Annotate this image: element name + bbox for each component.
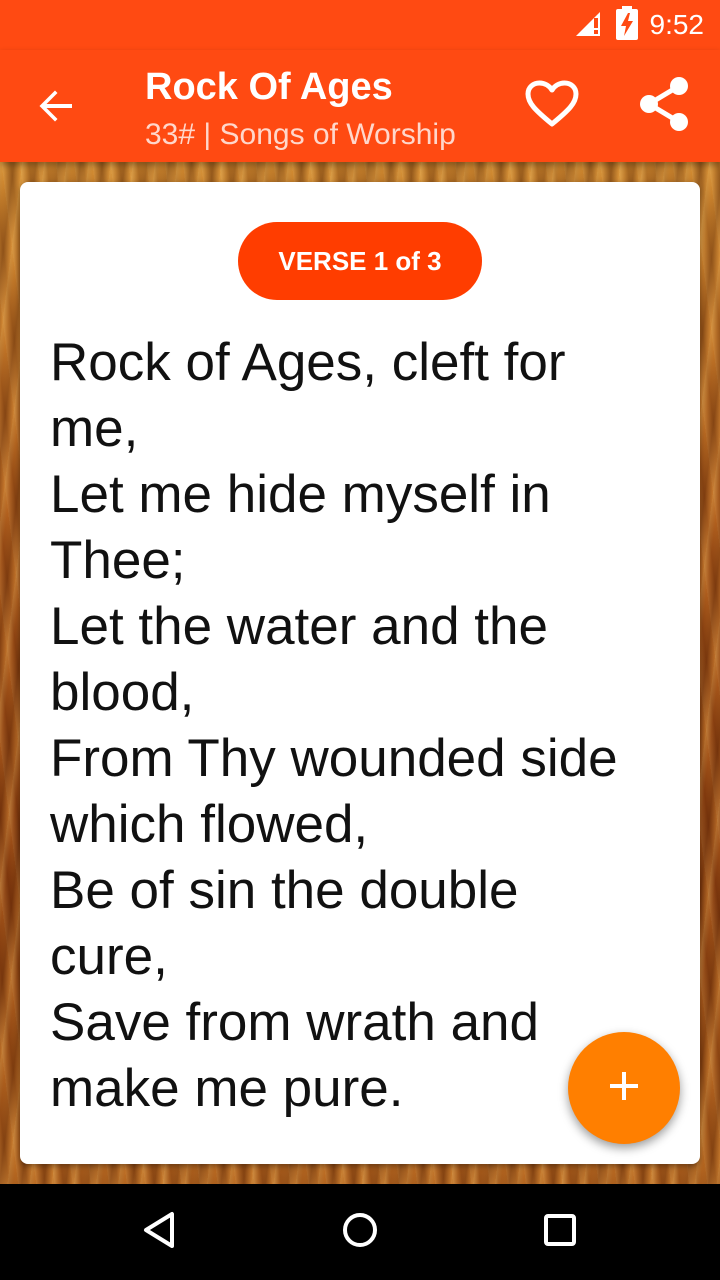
lyric-line: Save from wrath and — [50, 993, 540, 1052]
verse-indicator[interactable]: VERSE 1 of 3 — [238, 222, 482, 300]
status-time: 9:52 — [649, 9, 705, 40]
lyric-line: Be of sin the double — [50, 861, 519, 920]
share-button[interactable] — [634, 76, 694, 136]
lyric-line: From Thy wounded side — [50, 729, 618, 788]
favorite-button[interactable] — [520, 76, 584, 136]
song-title: Rock Of Ages — [145, 66, 393, 108]
plus-icon — [608, 1070, 640, 1107]
lyric-line: blood, — [50, 663, 195, 722]
navigation-bar — [0, 1184, 720, 1280]
song-subtitle: 33# | Songs of Worship — [145, 118, 456, 151]
lyric-line: cure, — [50, 927, 168, 986]
nav-home-button[interactable] — [330, 1202, 390, 1262]
heart-icon — [525, 80, 579, 133]
lyrics-card: VERSE 1 of 3 Rock of Ages, cleft for me,… — [20, 182, 700, 1164]
share-icon — [638, 76, 690, 137]
back-button[interactable] — [26, 78, 86, 138]
nav-recents-button[interactable] — [530, 1202, 590, 1262]
lyric-line: Thee; — [50, 531, 186, 590]
lyric-line: Let the water and the — [50, 597, 548, 656]
home-circle-icon — [340, 1210, 380, 1255]
lyric-line: me, — [50, 399, 139, 458]
status-bar: 9:52 — [0, 0, 720, 50]
recents-square-icon — [540, 1210, 580, 1255]
back-arrow-icon — [38, 88, 74, 129]
battery-charging-icon — [615, 5, 638, 45]
nav-back-button[interactable] — [130, 1202, 190, 1262]
signal-icon — [574, 8, 604, 43]
lyrics-text: Rock of Ages, cleft for me, Let me hide … — [50, 330, 670, 1122]
lyric-line: Let me hide myself in — [50, 465, 551, 524]
lyric-line: which flowed, — [50, 795, 369, 854]
back-triangle-icon — [140, 1210, 180, 1255]
app-bar: Rock Of Ages 33# | Songs of Worship — [0, 50, 720, 162]
lyric-line: Rock of Ages, cleft for — [50, 333, 566, 392]
add-button[interactable] — [568, 1032, 680, 1144]
